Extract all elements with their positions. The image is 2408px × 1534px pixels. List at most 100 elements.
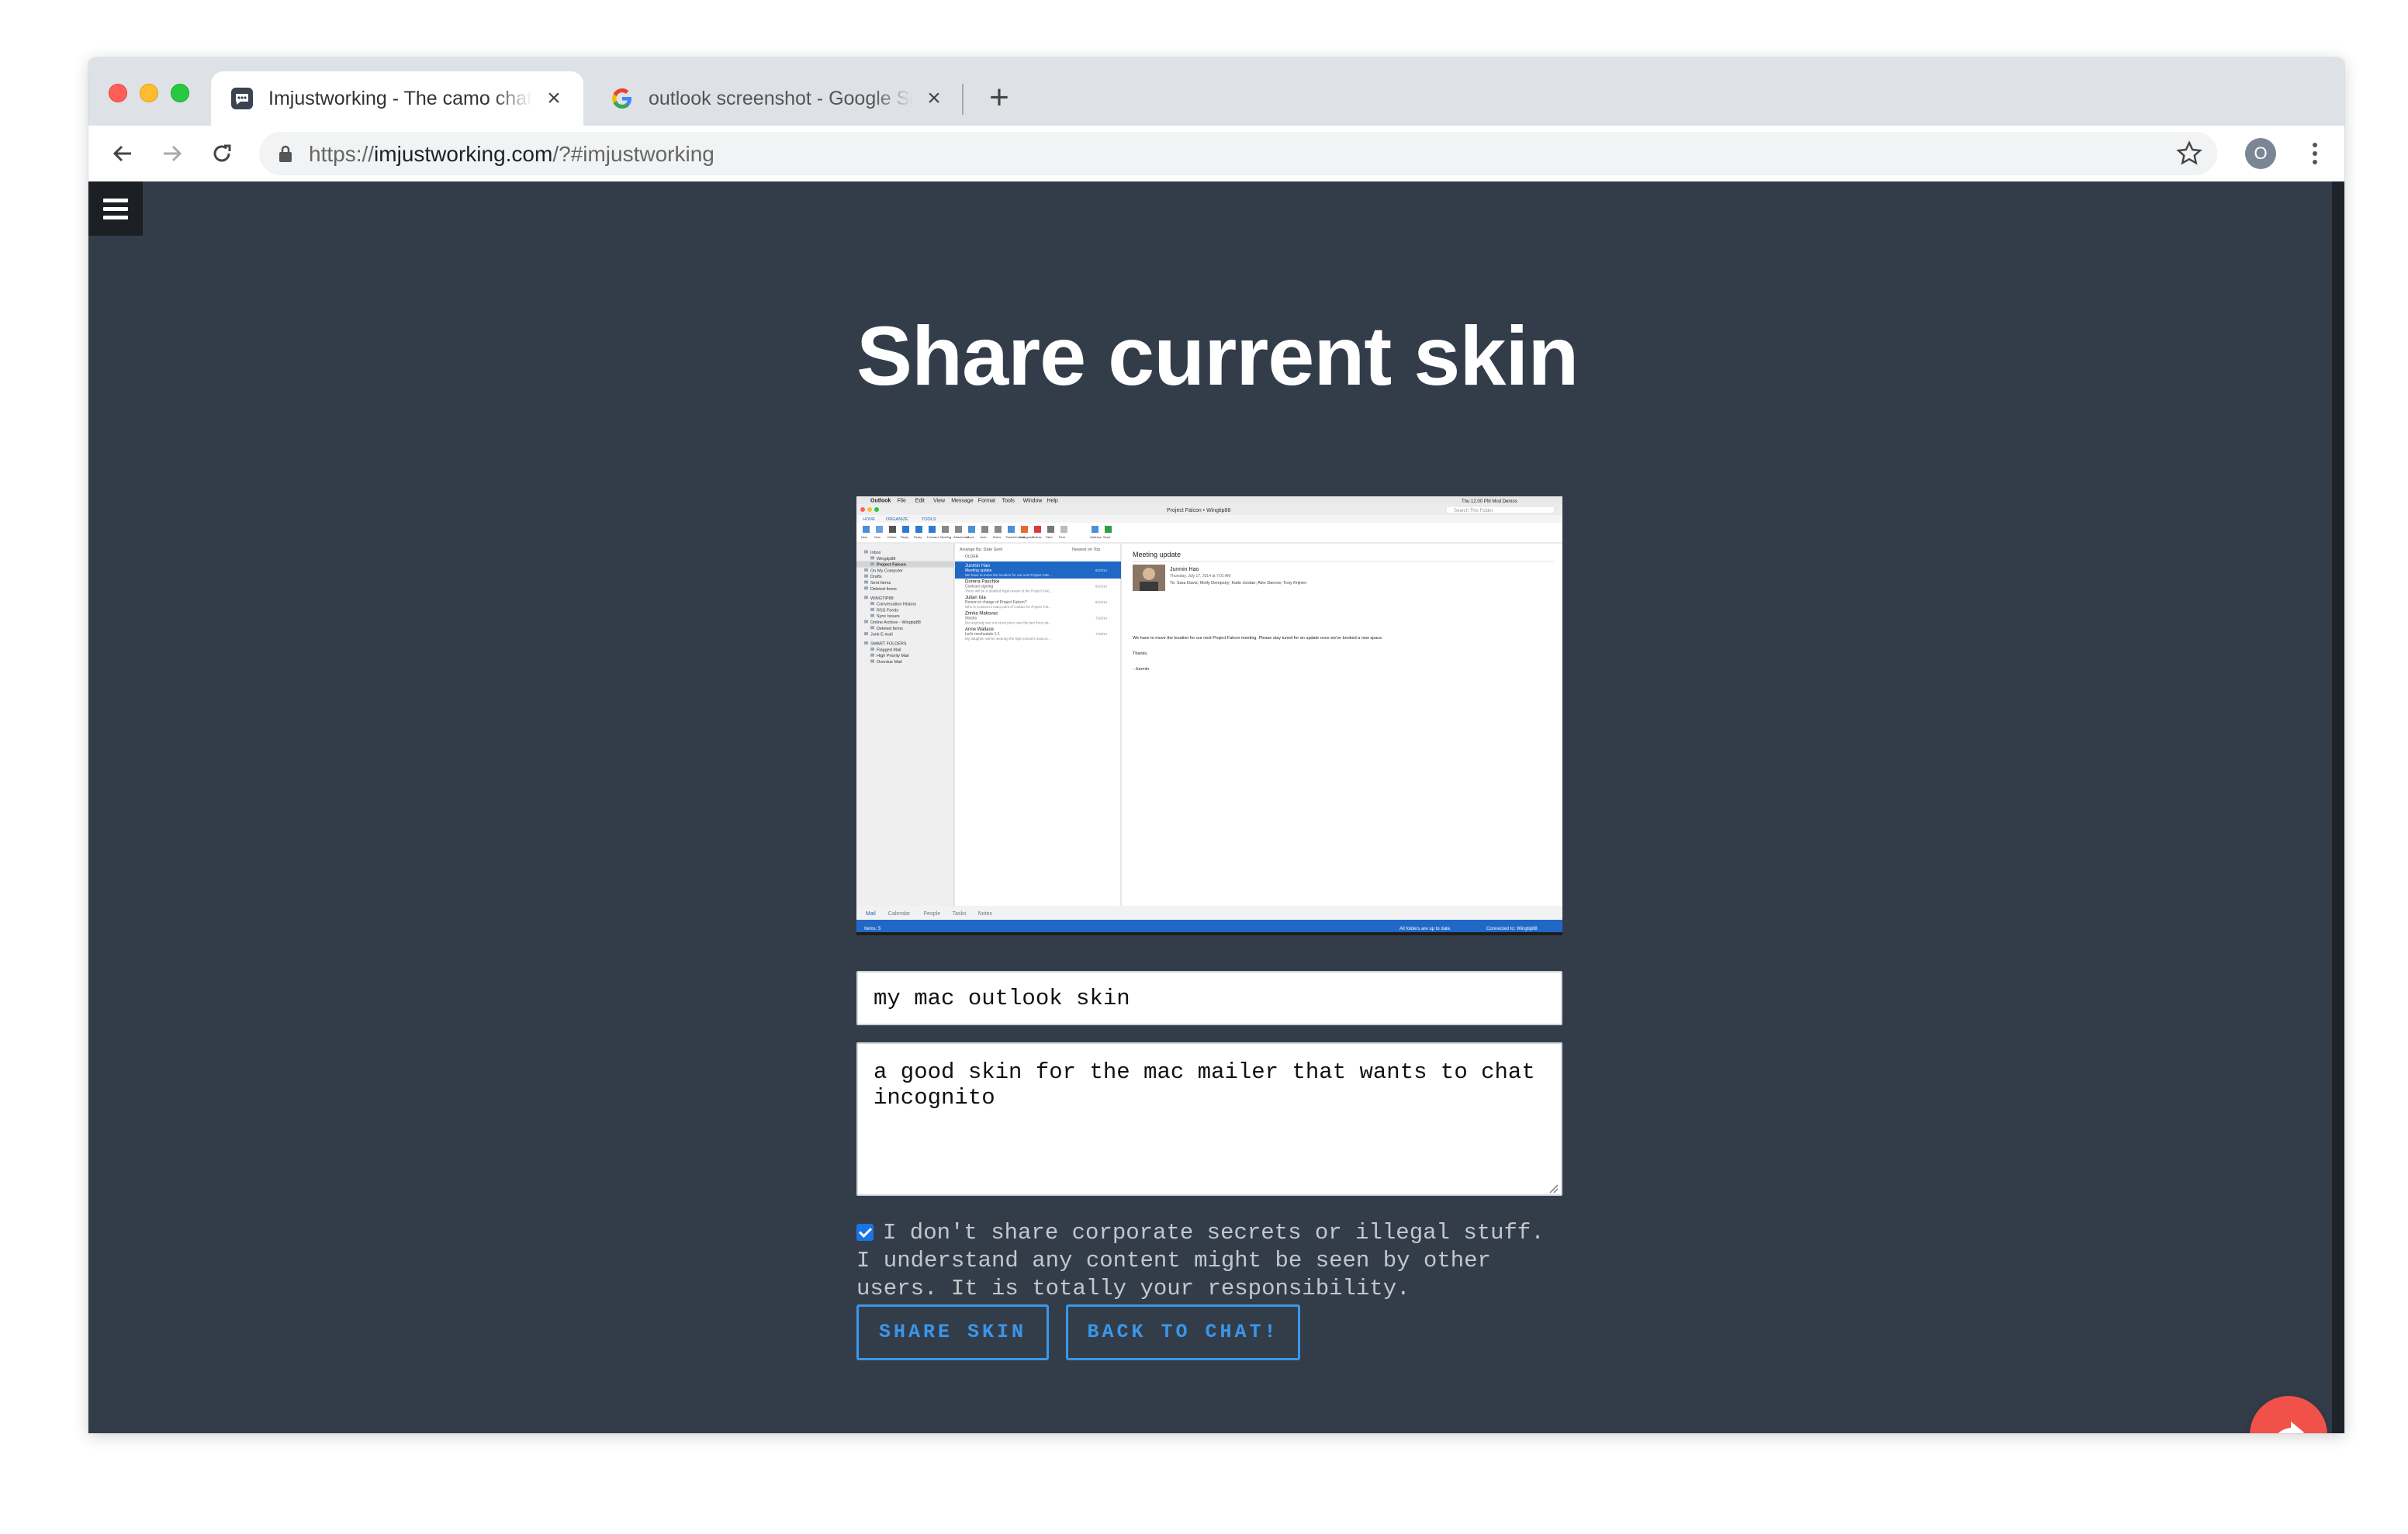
preview-folder-item: Online Archive - Wingtip88 bbox=[870, 620, 921, 625]
browser-window: Imjustworking - The camo chat × outlook … bbox=[88, 57, 2344, 1433]
preview-folder-item: SMART FOLDERS bbox=[870, 642, 907, 647]
preview-ribbon-icon bbox=[1034, 526, 1041, 533]
chat-bubble-icon bbox=[230, 86, 254, 111]
preview-ribbon-label: New bbox=[874, 535, 881, 539]
page-viewport: Share current skin Outlook File Edit View Me… bbox=[88, 181, 2344, 1433]
preview-ribbon-label: Reply bbox=[914, 535, 922, 539]
consent-checkbox[interactable] bbox=[856, 1224, 874, 1241]
browser-menu-icon[interactable] bbox=[2299, 138, 2330, 169]
preview-ribbon-icon bbox=[1021, 526, 1028, 533]
bookmark-star-icon[interactable] bbox=[2175, 140, 2203, 168]
close-window-button[interactable] bbox=[109, 84, 127, 102]
preview-ribbon-label: Delete bbox=[887, 535, 897, 539]
new-tab-button[interactable]: + bbox=[981, 81, 1018, 118]
lock-icon bbox=[279, 145, 292, 162]
preview-message-date: 7/18/14 bbox=[1095, 617, 1108, 620]
svg-text:Arrange By: Date Sent: Arrange By: Date Sent bbox=[960, 548, 1003, 552]
svg-text:Connected to: Wingtip88: Connected to: Wingtip88 bbox=[1486, 927, 1538, 931]
preview-folder-item: WINGTIP88 bbox=[870, 596, 894, 601]
tab-close-icon[interactable]: × bbox=[543, 87, 565, 110]
preview-folder-icon bbox=[864, 620, 868, 624]
preview-ribbon-icon bbox=[1092, 526, 1098, 533]
preview-folder-item: Wingtip88 bbox=[877, 557, 895, 561]
address-bar[interactable]: https://imjustworking.com/?#imjustworkin… bbox=[259, 132, 2217, 175]
preview-folder-icon bbox=[864, 580, 868, 584]
preview-message-preview: We have to move the location for our nex… bbox=[965, 573, 1052, 577]
preview-ribbon-label: Meeting bbox=[940, 535, 951, 539]
preview-ribbon-icon bbox=[1060, 526, 1067, 533]
back-to-chat-button[interactable]: BACK TO CHAT! bbox=[1066, 1304, 1300, 1360]
hamburger-menu-icon[interactable] bbox=[88, 181, 143, 236]
back-arrow-icon[interactable] bbox=[106, 136, 140, 171]
consent-row: I don't share corporate secrets or illeg… bbox=[856, 1219, 1570, 1303]
preview-ribbon-label: Rules bbox=[993, 535, 1001, 539]
tab-google-search[interactable]: outlook screenshot - Google Search × bbox=[591, 71, 964, 126]
preview-ribbon-label: New bbox=[861, 535, 867, 539]
preview-menubar-item: File bbox=[898, 499, 906, 504]
preview-message-date: 7/18/14 bbox=[1095, 632, 1108, 636]
preview-ribbon-label: Filter bbox=[1046, 535, 1054, 539]
forward-arrow-icon[interactable] bbox=[155, 136, 189, 171]
preview-folder-icon bbox=[864, 641, 868, 645]
svg-text:Thursday, July 17, 2014 at 7:0: Thursday, July 17, 2014 at 7:01 AM bbox=[1170, 574, 1230, 579]
preview-folder-icon bbox=[864, 586, 868, 590]
skin-name-input[interactable] bbox=[856, 971, 1562, 1025]
preview-ribbon-icon bbox=[929, 526, 936, 533]
preview-menubar-item: Format bbox=[978, 499, 995, 504]
preview-nav-item: People bbox=[923, 911, 940, 917]
preview-folder-icon bbox=[870, 647, 874, 651]
zoom-window-button[interactable] bbox=[171, 84, 189, 102]
browser-toolbar: https://imjustworking.com/?#imjustworkin… bbox=[88, 126, 2344, 181]
preview-ribbon-icon bbox=[995, 526, 1002, 533]
preview-folder-item: Conversation History bbox=[877, 603, 916, 607]
preview-ribbon-label: Address bbox=[1090, 535, 1102, 539]
url-scheme: https:// bbox=[309, 142, 375, 166]
consent-text: I don't share corporate secrets or illeg… bbox=[856, 1220, 1545, 1301]
preview-folder-item: Junk E-mail bbox=[870, 633, 893, 637]
share-arrow-icon[interactable] bbox=[2250, 1396, 2327, 1433]
scrollbar[interactable] bbox=[2332, 181, 2344, 1433]
preview-folder-item: RSS Feeds bbox=[877, 608, 898, 613]
preview-menubar-item: Help bbox=[1047, 499, 1058, 504]
profile-avatar[interactable]: O bbox=[2245, 138, 2276, 169]
svg-text:OLDER: OLDER bbox=[965, 555, 979, 559]
tab-imjustworking[interactable]: Imjustworking - The camo chat × bbox=[211, 71, 583, 126]
tab-strip: Imjustworking - The camo chat × outlook … bbox=[88, 57, 2344, 126]
preview-folder-icon bbox=[870, 562, 874, 566]
preview-folder-icon bbox=[870, 556, 874, 560]
reload-icon[interactable] bbox=[205, 136, 239, 171]
skin-description-input[interactable]: a good skin for the mac mailer that want… bbox=[856, 1042, 1562, 1196]
preview-folder-icon bbox=[870, 653, 874, 657]
preview-ribbon-icon bbox=[1105, 526, 1112, 533]
svg-text:All folders are up to date.: All folders are up to date. bbox=[1399, 927, 1451, 931]
preview-folder-icon bbox=[864, 574, 868, 578]
preview-nav-item: Notes bbox=[978, 911, 993, 917]
preview-folder-icon bbox=[864, 568, 868, 572]
preview-message-preview: There will be a detailed legal review of… bbox=[965, 589, 1053, 593]
preview-message-preview: Who is Contoso's main point of contact f… bbox=[965, 605, 1051, 609]
tab-close-icon[interactable]: × bbox=[923, 87, 945, 110]
resize-handle-icon[interactable] bbox=[1547, 1182, 1559, 1194]
preview-message-date: 8/10/14 bbox=[1095, 600, 1108, 604]
preview-ribbon-label: Reply bbox=[901, 535, 908, 539]
preview-folder-item: Drafts bbox=[870, 575, 882, 579]
preview-message-preview: Did anybody see our stock price over the… bbox=[965, 621, 1051, 625]
preview-folder-item: Sent Items bbox=[870, 581, 891, 586]
tab-title: Imjustworking - The camo chat bbox=[268, 87, 532, 109]
preview-nav-item: Mail bbox=[866, 911, 876, 917]
preview-message-preview: My daughter will be wearing the high sch… bbox=[965, 637, 1050, 641]
preview-folder-icon bbox=[864, 596, 868, 599]
preview-menubar-item: Message bbox=[951, 499, 974, 504]
svg-text:Junmin Hao: Junmin Hao bbox=[1170, 567, 1199, 572]
preview-ribbon-tab: TOOLS bbox=[922, 517, 936, 522]
preview-folder-item: High Priority Mail bbox=[877, 654, 909, 658]
preview-folder-item: Overdue Mail bbox=[877, 660, 902, 665]
preview-ribbon-icon bbox=[981, 526, 988, 533]
url-host: imjustworking.com bbox=[374, 142, 553, 166]
preview-ribbon-label: Find bbox=[1059, 535, 1065, 539]
share-skin-button[interactable]: SHARE SKIN bbox=[856, 1304, 1049, 1360]
page-title: Share current skin bbox=[856, 309, 1579, 403]
preview-ribbon-icon bbox=[889, 526, 896, 533]
preview-folder-item: Project Falcon bbox=[877, 563, 907, 568]
minimize-window-button[interactable] bbox=[140, 84, 158, 102]
